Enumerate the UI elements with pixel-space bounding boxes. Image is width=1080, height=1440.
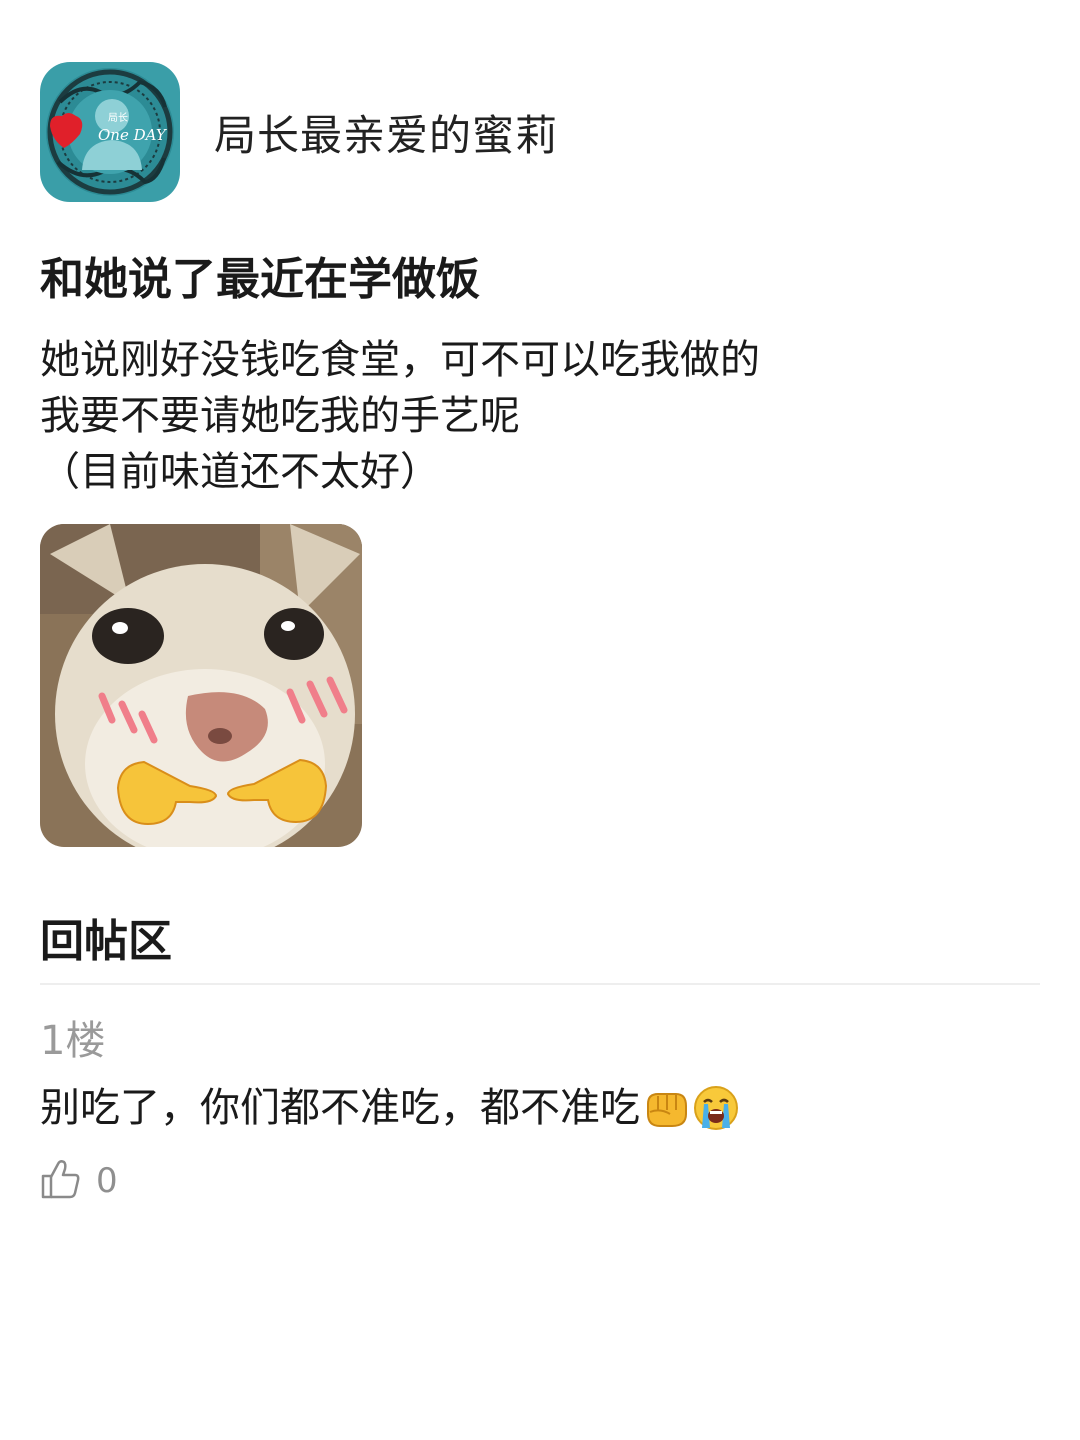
avatar-badge-top: 局长 — [108, 112, 128, 124]
reply-floor-label: 1楼 — [40, 1018, 106, 1064]
thumbs-up-icon[interactable] — [40, 1158, 82, 1204]
replies-section-title: 回帖区 — [40, 916, 172, 967]
like-count: 0 — [96, 1161, 118, 1201]
section-divider — [40, 983, 1040, 985]
post-body-line: 她说刚好没钱吃食堂，可不可以吃我做的 — [40, 337, 760, 383]
author-name[interactable]: 局长最亲爱的蜜莉 — [214, 102, 558, 163]
reply-like-row[interactable]: 0 — [40, 1158, 118, 1204]
cat-pointing-fingers-icon — [40, 524, 362, 847]
reply-text: 别吃了，你们都不准吃，都不准吃 — [40, 1085, 640, 1131]
post-image[interactable] — [40, 524, 362, 847]
post-body: 她说刚好没钱吃食堂，可不可以吃我做的 我要不要请她吃我的手艺呢 （目前味道还不太… — [40, 332, 760, 500]
avatar-badge-main: One DAY — [98, 126, 168, 144]
post-body-line: 我要不要请她吃我的手艺呢 — [40, 393, 520, 439]
fist-icon — [642, 1084, 690, 1132]
loudly-crying-face-icon — [692, 1084, 740, 1132]
author-row[interactable]: 局长 One DAY 局长最亲爱的蜜莉 — [40, 62, 558, 202]
author-avatar[interactable]: 局长 One DAY — [40, 62, 180, 202]
reply-item: 别吃了，你们都不准吃，都不准吃 — [40, 1080, 740, 1136]
avatar-image: 局长 One DAY — [40, 62, 180, 202]
post-body-line: （目前味道还不太好） — [40, 449, 440, 495]
post-title: 和她说了最近在学做饭 — [40, 254, 480, 305]
